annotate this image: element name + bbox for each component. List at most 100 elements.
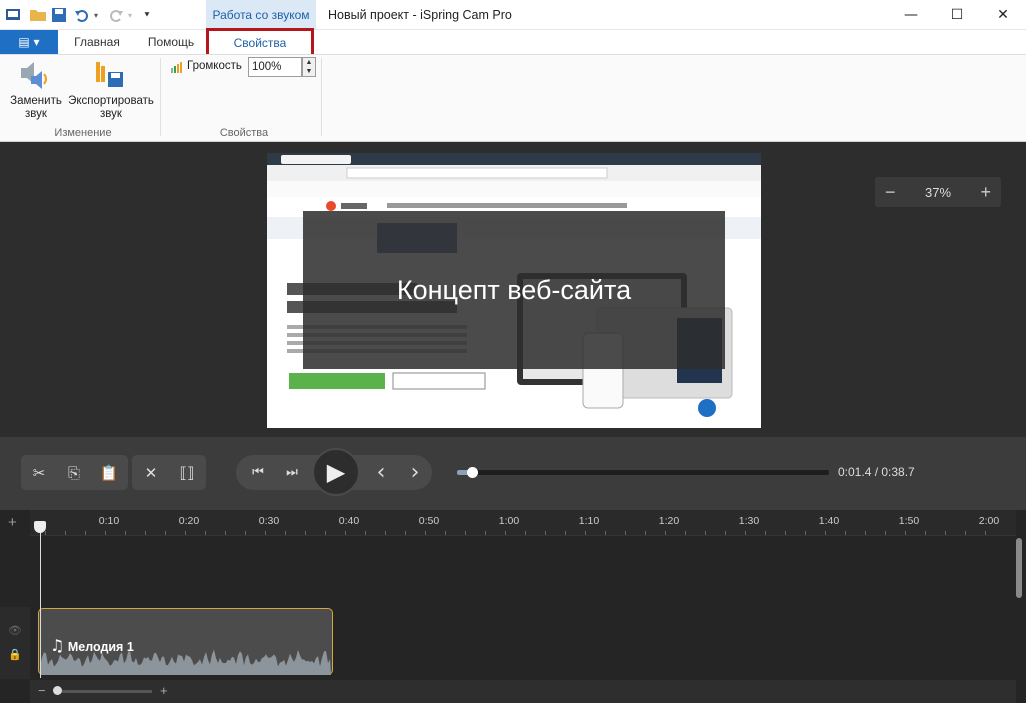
timeline-tick-mark [685, 531, 686, 535]
next-frame-icon[interactable]: › [398, 455, 432, 490]
export-sound-button[interactable]: Экспортировать звук [64, 95, 158, 121]
timeline-tick-mark [765, 531, 766, 535]
group-divider [160, 58, 161, 136]
timeline-tick-mark [185, 531, 186, 535]
play-button[interactable]: ▶ [312, 448, 360, 496]
progress-track[interactable] [457, 470, 829, 475]
timeline-zoom-thumb[interactable] [53, 686, 62, 695]
timeline-tick-mark [565, 531, 566, 535]
skip-to-end-icon[interactable]: ⏭ [275, 455, 309, 490]
previous-frame-icon[interactable]: ‹ [364, 455, 398, 490]
close-button[interactable]: ✕ [980, 0, 1026, 30]
playhead-handle[interactable] [34, 521, 46, 533]
maximize-button[interactable]: ☐ [934, 0, 980, 30]
file-menu-button[interactable]: ▤ ▾ [0, 30, 58, 54]
save-icon[interactable] [50, 6, 68, 24]
music-note-icon: ♫ [50, 636, 65, 655]
timeline-zoom-slider[interactable] [57, 690, 152, 693]
replace-sound-button[interactable]: Заменить звук [8, 95, 64, 121]
timeline-tick-mark [505, 531, 506, 535]
timeline-tick-label: 1:30 [738, 515, 760, 527]
timeline-tick-mark [45, 531, 46, 535]
timeline-tick-label: 0:50 [418, 515, 440, 527]
timeline-tick-mark [245, 531, 246, 535]
timeline-tick-mark [265, 531, 266, 535]
app-icon[interactable] [4, 6, 22, 24]
tab-properties[interactable]: Свойства [206, 28, 314, 54]
tab-home[interactable]: Главная [62, 30, 132, 54]
timeline-tick-label: 0:40 [338, 515, 360, 527]
timeline-tick-mark [785, 531, 786, 535]
group-label-change: Изменение [54, 127, 112, 139]
timeline-tick-mark [965, 531, 966, 535]
redo-dropdown-icon[interactable]: ▾ [126, 6, 134, 24]
timeline-tick-mark [485, 531, 486, 535]
timeline-tick-mark [625, 531, 626, 535]
customize-toolbar-icon[interactable]: ⯆ [138, 6, 156, 24]
clip-label: ♫ Мелодия 1 [50, 636, 134, 655]
timeline-tick-mark [465, 531, 466, 535]
timeline-tick-label: 1:10 [578, 515, 600, 527]
timeline-tick-mark [805, 531, 806, 535]
timeline-tick-mark [665, 531, 666, 535]
timeline-tick-mark [105, 531, 106, 535]
zoom-out-button[interactable]: − [885, 182, 896, 203]
add-track-button[interactable]: + [8, 514, 17, 531]
play-icon: ▶ [326, 458, 346, 486]
timeline-tick-mark [845, 531, 846, 535]
timeline-tick-label: 2:00 [978, 515, 1000, 527]
timeline-tick-mark [905, 531, 906, 535]
zoom-in-button[interactable]: + [980, 182, 991, 203]
timeline-footer [30, 680, 1016, 703]
tab-help[interactable]: Помощь [136, 30, 206, 54]
timeline-tick-mark [705, 531, 706, 535]
timeline-tick-mark [405, 531, 406, 535]
timeline-tick-mark [925, 531, 926, 535]
time-display: 0:01.4 / 0:38.7 [838, 465, 915, 479]
clip-name: Мелодия 1 [67, 640, 134, 654]
timeline-tick-mark [365, 531, 366, 535]
timeline-tick-mark [865, 531, 866, 535]
volume-stepper[interactable]: ▲ ▼ [302, 57, 316, 77]
track-header [0, 607, 30, 679]
timeline-tick-mark [745, 531, 746, 535]
volume-input[interactable]: 100% [248, 57, 302, 77]
progress-thumb[interactable] [466, 467, 478, 478]
delete-icon[interactable]: ✕ [134, 455, 168, 490]
timeline-tick-mark [125, 531, 126, 535]
eye-icon[interactable]: 👁 [8, 624, 22, 637]
timeline-tick-mark [165, 531, 166, 535]
stepper-down-icon[interactable]: ▼ [306, 68, 313, 75]
vertical-scrollbar[interactable] [1016, 538, 1022, 598]
timeline-zoom-out-button[interactable]: − [38, 683, 46, 698]
split-icon[interactable]: ⟦⟧ [170, 455, 204, 490]
redo-icon[interactable] [107, 6, 125, 24]
cut-icon[interactable]: ✂ [22, 455, 56, 490]
timeline-tick-label: 1:20 [658, 515, 680, 527]
timeline-tick-mark [345, 531, 346, 535]
timeline-tick-mark [645, 531, 646, 535]
open-folder-icon[interactable] [29, 6, 47, 24]
undo-dropdown-icon[interactable]: ▾ [92, 6, 100, 24]
timeline-tick-label: 0:30 [258, 515, 280, 527]
minimize-button[interactable]: — [888, 0, 934, 30]
timeline-tick-mark [825, 531, 826, 535]
timeline-tick-mark [445, 531, 446, 535]
caption-overlay[interactable]: Концепт веб-сайта [303, 211, 725, 369]
undo-icon[interactable] [73, 6, 91, 24]
playhead-line [40, 530, 41, 678]
timeline-tick-mark [85, 531, 86, 535]
skip-to-start-icon[interactable]: ⏮ [241, 455, 275, 490]
copy-icon[interactable]: ⎘ [57, 455, 91, 490]
lock-icon[interactable]: 🔒 [8, 648, 22, 661]
timeline-tick-mark [425, 531, 426, 535]
timeline-tick-mark [385, 531, 386, 535]
timeline-tick-mark [585, 531, 586, 535]
stepper-up-icon[interactable]: ▲ [306, 59, 313, 66]
export-sound-icon [94, 58, 128, 92]
timeline-tick-label: 0:20 [178, 515, 200, 527]
timeline-zoom-in-button[interactable]: + [160, 683, 168, 698]
volume-icon [170, 59, 186, 75]
paste-icon[interactable]: 📋 [92, 455, 126, 490]
volume-label: Громкость [187, 60, 242, 72]
